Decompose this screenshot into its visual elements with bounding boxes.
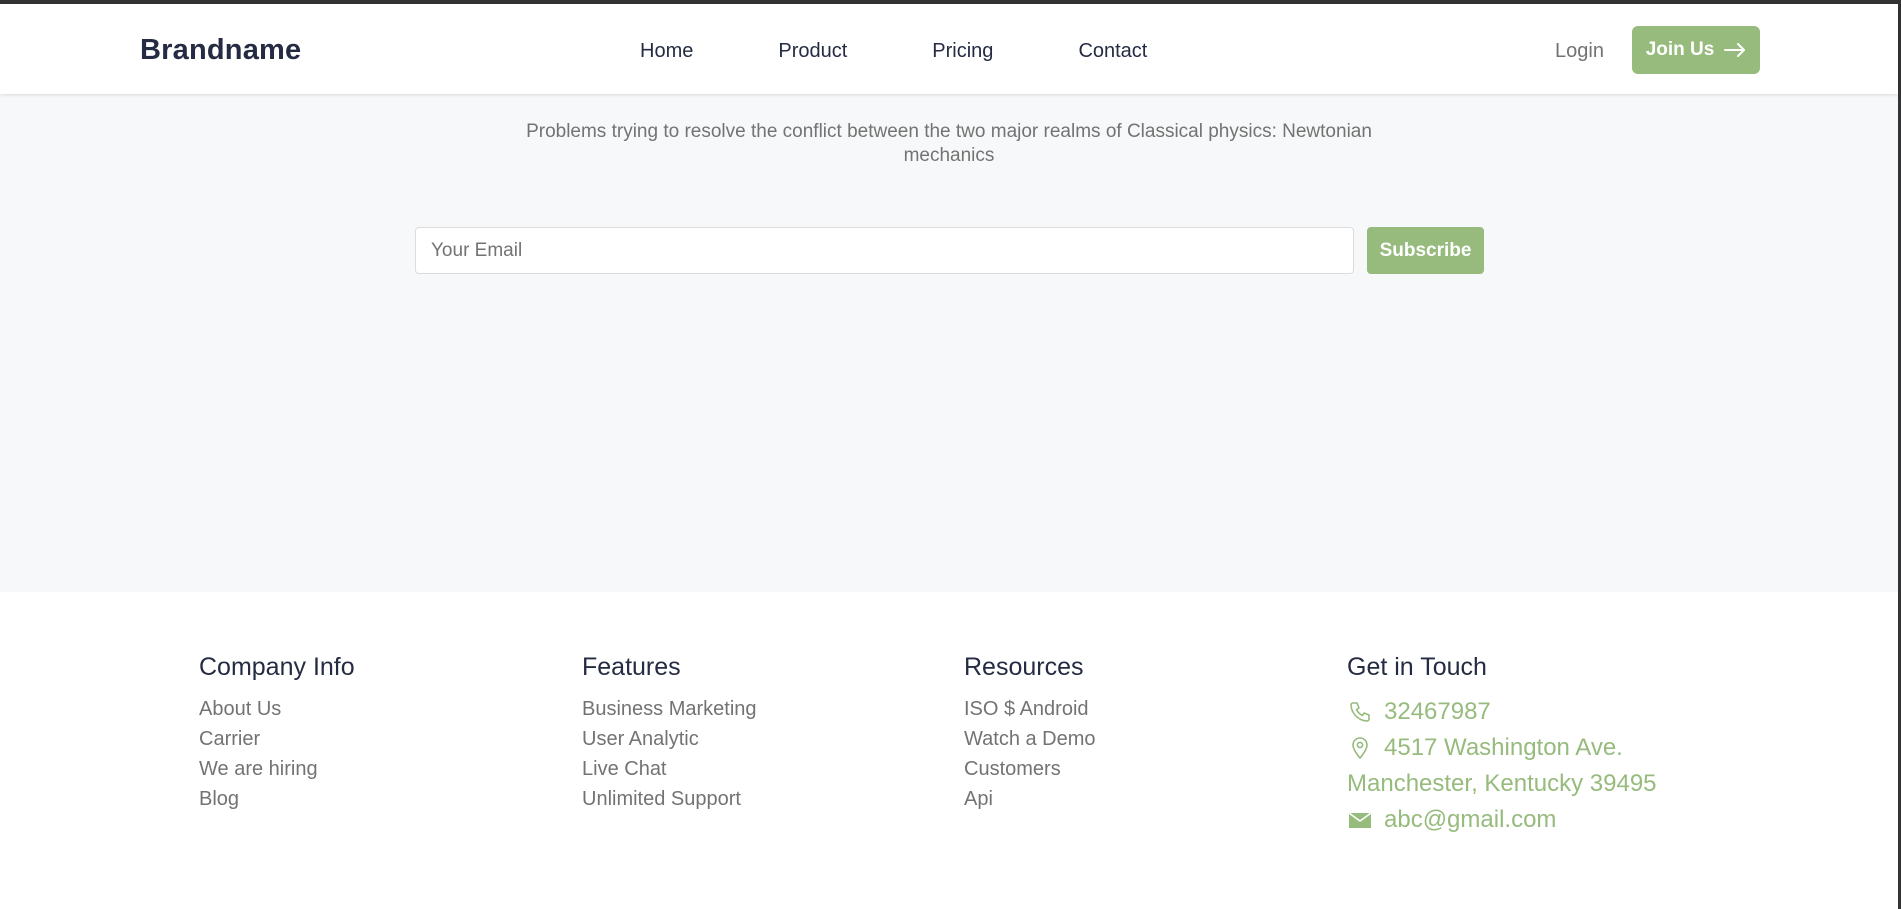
footer-link-about-us[interactable]: About Us (199, 694, 355, 724)
footer-heading-features: Features (582, 653, 681, 681)
footer-link-api[interactable]: Api (964, 784, 1096, 814)
footer-col-company: Company Info About Us Carrier We are hir… (199, 652, 355, 814)
location-pin-icon (1347, 735, 1373, 761)
site-header: Brandname Home Product Pricing Contact L… (0, 4, 1898, 94)
footer-link-customers[interactable]: Customers (964, 754, 1096, 784)
footer-col-contact: Get in Touch 32467987 4517 Washington Av… (1347, 652, 1657, 838)
contact-address-line2: Manchester, Kentucky 39495 (1347, 770, 1657, 797)
subscribe-button[interactable]: Subscribe (1367, 227, 1484, 274)
join-us-label: Join Us (1645, 39, 1715, 60)
newsletter-section: Problems trying to resolve the conflict … (0, 94, 1898, 592)
footer-link-user-analytic[interactable]: User Analytic (582, 724, 757, 754)
contact-address-line1: 4517 Washington Ave. (1384, 734, 1623, 761)
mail-icon (1347, 807, 1373, 833)
footer-link-live-chat[interactable]: Live Chat (582, 754, 757, 784)
footer-link-unlimited-support[interactable]: Unlimited Support (582, 784, 757, 814)
footer-link-ios-android[interactable]: ISO $ Android (964, 694, 1096, 724)
footer-link-blog[interactable]: Blog (199, 784, 355, 814)
footer-col-resources: Resources ISO $ Android Watch a Demo Cus… (964, 652, 1096, 814)
contact-phone[interactable]: 32467987 (1347, 694, 1657, 730)
footer-link-watch-demo[interactable]: Watch a Demo (964, 724, 1096, 754)
main-nav: Home Product Pricing Contact (640, 40, 1232, 63)
footer-link-carrier[interactable]: Carrier (199, 724, 355, 754)
nav-item-pricing[interactable]: Pricing (932, 40, 993, 63)
contact-email-text: abc@gmail.com (1384, 806, 1557, 833)
newsletter-tagline: Problems trying to resolve the conflict … (526, 121, 1372, 166)
footer-heading-company: Company Info (199, 653, 355, 681)
footer-link-business-marketing[interactable]: Business Marketing (582, 694, 757, 724)
footer-col-features: Features Business Marketing User Analyti… (582, 652, 757, 814)
join-us-button[interactable]: Join Us (1632, 26, 1760, 74)
footer-link-hiring[interactable]: We are hiring (199, 754, 355, 784)
contact-phone-text: 32467987 (1384, 698, 1491, 725)
nav-item-contact[interactable]: Contact (1078, 40, 1147, 63)
site-footer: Company Info About Us Carrier We are hir… (0, 592, 1898, 909)
login-link[interactable]: Login (1555, 40, 1604, 63)
email-input[interactable] (415, 227, 1354, 274)
contact-email[interactable]: abc@gmail.com (1347, 802, 1657, 838)
footer-heading-contact: Get in Touch (1347, 653, 1487, 681)
arrow-right-icon (1724, 43, 1746, 57)
brand-logo[interactable]: Brandname (140, 34, 301, 67)
footer-heading-resources: Resources (964, 653, 1084, 681)
nav-item-product[interactable]: Product (778, 40, 847, 63)
contact-address: 4517 Washington Ave. Manchester, Kentuck… (1347, 730, 1657, 802)
phone-icon (1347, 699, 1373, 725)
nav-item-home[interactable]: Home (640, 40, 693, 63)
